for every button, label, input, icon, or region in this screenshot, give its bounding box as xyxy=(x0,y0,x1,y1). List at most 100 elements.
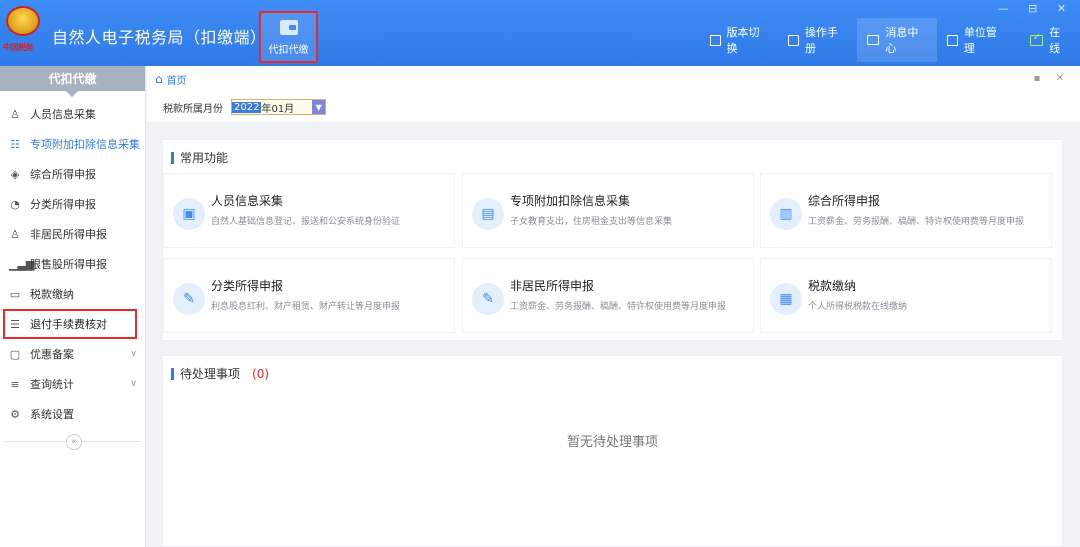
common-functions-heading: 常用功能 xyxy=(180,151,229,165)
list-icon: ☷ xyxy=(10,137,20,151)
title-accent-bar xyxy=(171,367,174,380)
card-title: 专项附加扣除信息采集 xyxy=(510,194,631,208)
home-icon[interactable]: ⌂ xyxy=(155,72,163,86)
emblem-text: 中国税务 xyxy=(3,42,34,52)
online-status[interactable]: 在线 xyxy=(1016,18,1080,62)
version-switch-label: 版本切换 xyxy=(726,26,760,55)
filter-bar: 税款所属月份 2022 年01月 ▼ xyxy=(147,92,1080,122)
person-outline-icon: ♙ xyxy=(10,227,20,241)
sidebar-item-label: 综合所得申报 xyxy=(30,168,96,181)
manual-label: 操作手册 xyxy=(805,26,839,55)
pie-icon: ◔ xyxy=(10,197,20,211)
building-icon xyxy=(947,34,958,46)
copy-icon: ▢ xyxy=(9,347,21,361)
tax-month-month: 年01月 xyxy=(261,103,295,115)
card-title: 非居民所得申报 xyxy=(510,279,595,293)
sidebar-item-classified-income[interactable]: ◔ 分类所得申报 xyxy=(0,189,145,219)
common-functions-panel: 常用功能 ▣ 人员信息采集 自然人基础信息登记、报送和公安系统身份验证 ▤ 专项… xyxy=(162,139,1063,341)
sidebar-item-comprehensive-income[interactable]: ◈ 综合所得申报 xyxy=(0,159,145,189)
report-icon: ▥ xyxy=(770,198,802,230)
unit-management-button[interactable]: 单位管理 xyxy=(937,18,1015,62)
sidebar-item-preferential-filing[interactable]: ▢ 优惠备案 ∨ xyxy=(0,339,145,369)
pending-items-heading: 待处理事项 xyxy=(180,367,241,381)
tax-month-year: 2022 xyxy=(232,101,262,113)
sidebar-item-tax-payment[interactable]: ▭ 税款缴纳 xyxy=(0,279,145,309)
sidebar-item-restricted-shares[interactable]: ▁▃▆ 限售股所得申报 xyxy=(0,249,145,279)
card-personnel-info[interactable]: ▣ 人员信息采集 自然人基础信息登记、报送和公安系统身份验证 xyxy=(163,173,455,248)
sidebar-item-query-stats[interactable]: ≡ 查询统计 ∨ xyxy=(0,369,145,399)
tax-emblem-icon xyxy=(6,6,40,36)
card-tax-payment[interactable]: ▦ 税款缴纳 个人所得税税款在线缴纳 xyxy=(760,258,1052,333)
card-nonresident-income[interactable]: ✎ 非居民所得申报 工资薪金、劳务报酬、稿酬、特许权使用费等月度申报 xyxy=(462,258,754,333)
sidebar-item-special-deduction[interactable]: ☷ 专项附加扣除信息采集 xyxy=(0,129,145,159)
sidebar-item-refund-fee-check[interactable]: ☰ 退付手续费核对 xyxy=(3,309,137,339)
card-desc: 利息股息红利、财产租赁、财产转让等月度申报 xyxy=(211,302,401,312)
card-desc: 工资薪金、劳务报酬、稿酬、特许权使用费等月度申报 xyxy=(808,217,1025,227)
card-title: 综合所得申报 xyxy=(808,194,881,208)
tab-tools[interactable]: ▪ ✕ xyxy=(1034,73,1070,84)
window-controls[interactable]: — ⊟ ✕ xyxy=(998,2,1074,15)
wallet-icon xyxy=(279,20,298,35)
title-accent-bar xyxy=(171,151,174,164)
app-title: 自然人电子税务局（扣缴端） xyxy=(52,28,267,47)
card-classified-income[interactable]: ✎ 分类所得申报 利息股息红利、财产租赁、财产转让等月度申报 xyxy=(163,258,455,333)
chevron-down-icon: ∨ xyxy=(130,349,137,359)
common-functions-title: 常用功能 xyxy=(171,149,228,166)
pending-count: (0) xyxy=(252,366,270,381)
card-comprehensive-income[interactable]: ▥ 综合所得申报 工资薪金、劳务报酬、稿酬、特许权使用费等月度申报 xyxy=(760,173,1052,248)
card-desc: 个人所得税税款在线缴纳 xyxy=(808,302,908,312)
sidebar: 代扣代缴 ♙ 人员信息采集 ☷ 专项附加扣除信息采集 ◈ 综合所得申报 ◔ 分类… xyxy=(0,66,146,547)
sidebar-item-nonresident-income[interactable]: ♙ 非居民所得申报 xyxy=(0,219,145,249)
pending-items-panel: 待处理事项 (0) 暂无待处理事项 xyxy=(162,355,1063,547)
sidebar-item-personnel-info[interactable]: ♙ 人员信息采集 xyxy=(0,99,145,129)
message-center-button[interactable]: 消息中心 xyxy=(856,18,938,62)
header-nav: 版本切换 操作手册 消息中心 单位管理 在线 xyxy=(700,18,1080,62)
manual-icon xyxy=(788,34,800,46)
chevron-down-icon: ∨ xyxy=(130,379,137,389)
withholding-module-tile[interactable]: 代扣代缴 xyxy=(259,11,318,63)
sidebar-item-label: 分类所得申报 xyxy=(30,198,96,211)
breadcrumb-home[interactable]: 首页 xyxy=(167,72,187,87)
sidebar-item-label: 系统设置 xyxy=(30,408,74,421)
checklist-icon: ☰ xyxy=(10,317,20,331)
mail-icon xyxy=(866,35,880,45)
card-title: 人员信息采集 xyxy=(211,194,284,208)
sidebar-item-label: 限售股所得申报 xyxy=(30,258,107,271)
online-label: 在线 xyxy=(1049,26,1061,55)
id-card-icon: ▣ xyxy=(173,198,205,230)
sidebar-item-label: 非居民所得申报 xyxy=(30,228,107,241)
card-special-deduction[interactable]: ▤ 专项附加扣除信息采集 子女教育支出，住房租金支出等信息采集 xyxy=(462,173,754,248)
pending-empty-text: 暂无待处理事项 xyxy=(566,435,658,450)
tax-month-label: 税款所属月份 xyxy=(163,103,223,115)
folder-icon: ▭ xyxy=(9,287,21,301)
version-switch-button[interactable]: 版本切换 xyxy=(700,18,778,62)
sidebar-heading: 代扣代缴 xyxy=(0,66,145,97)
sidebar-item-label: 税款缴纳 xyxy=(30,288,74,301)
gear-icon: ⚙ xyxy=(10,407,20,421)
form-icon: ▤ xyxy=(472,198,504,230)
sidebar-item-label: 优惠备案 xyxy=(30,348,74,361)
tax-month-select[interactable]: 2022 年01月 ▼ xyxy=(231,99,327,115)
withholding-module-label: 代扣代缴 xyxy=(268,45,309,56)
app-header: 中国税务 自然人电子税务局（扣缴端） 代扣代缴 — ⊟ ✕ 版本切换 操作手册 … xyxy=(0,0,1080,66)
sidebar-item-label: 查询统计 xyxy=(30,378,74,391)
bar-chart-icon: ▁▃▆ xyxy=(9,257,35,271)
message-center-label: 消息中心 xyxy=(885,26,919,55)
sidebar-item-label: 专项附加扣除信息采集 xyxy=(30,138,140,151)
sidebar-item-label: 人员信息采集 xyxy=(30,108,96,121)
sidebar-item-label: 退付手续费核对 xyxy=(30,318,107,331)
sidebar-item-system-settings[interactable]: ⚙ 系统设置 xyxy=(0,399,145,429)
card-title: 税款缴纳 xyxy=(808,279,857,293)
dropdown-arrow-icon[interactable]: ▼ xyxy=(312,100,326,114)
card-desc: 子女教育支出，住房租金支出等信息采集 xyxy=(510,217,673,227)
card-desc: 工资薪金、劳务报酬、稿酬、特许权使用费等月度申报 xyxy=(510,302,727,312)
breadcrumb: ⌂ 首页 ▪ ✕ xyxy=(147,66,1080,92)
sidebar-divider: « xyxy=(4,434,141,451)
collapse-sidebar-button[interactable]: « xyxy=(66,434,82,450)
sidebar-menu: ♙ 人员信息采集 ☷ 专项附加扣除信息采集 ◈ 综合所得申报 ◔ 分类所得申报 … xyxy=(0,99,145,429)
online-check-icon xyxy=(1029,32,1044,46)
pending-items-title: 待处理事项 (0) xyxy=(171,365,269,382)
manual-button[interactable]: 操作手册 xyxy=(778,18,856,62)
card-desc: 自然人基础信息登记、报送和公安系统身份验证 xyxy=(211,217,401,227)
edit-icon: ✎ xyxy=(472,283,504,315)
